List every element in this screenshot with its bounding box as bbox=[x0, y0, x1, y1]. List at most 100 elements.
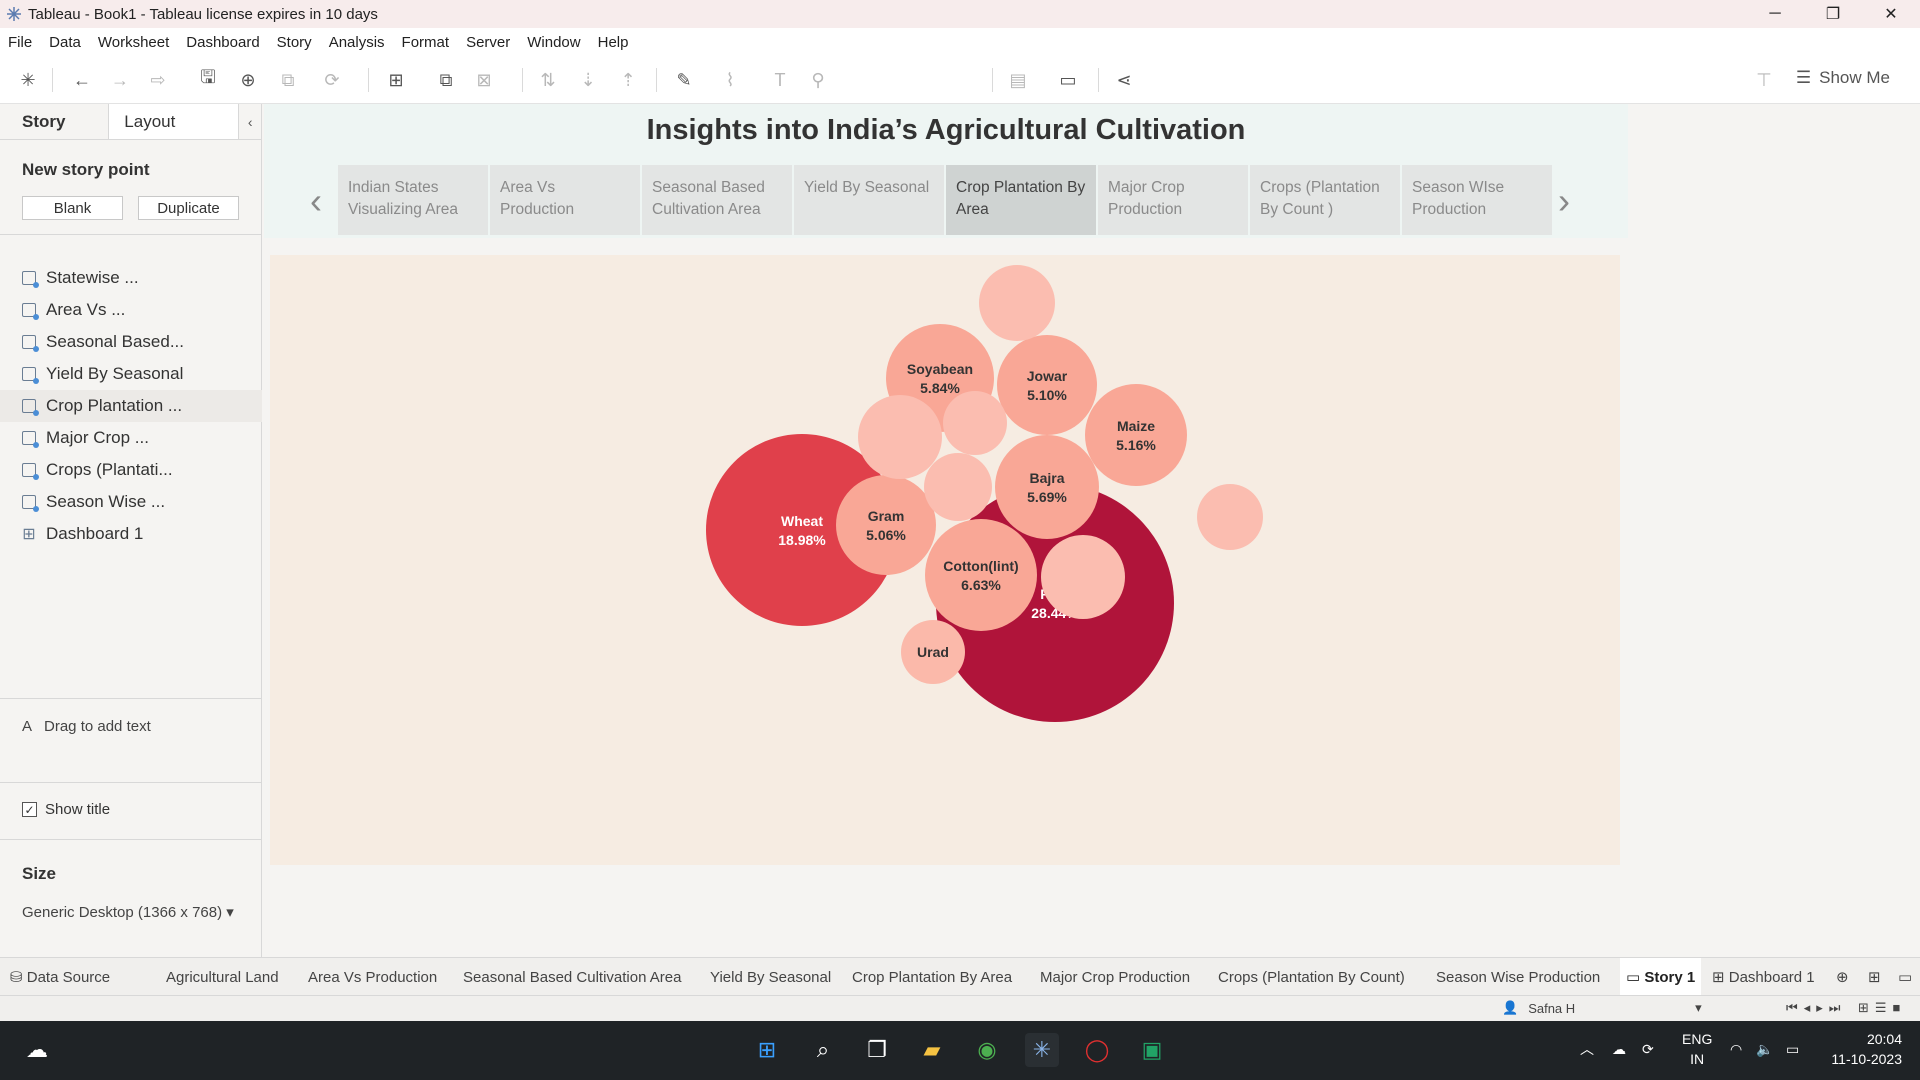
sheet-tab[interactable]: Agricultural Land bbox=[160, 958, 285, 996]
user-menu[interactable]: 👤 Safna H ▾ bbox=[1502, 1000, 1702, 1016]
bubble-unlabelled[interactable] bbox=[858, 395, 942, 479]
menu-dashboard[interactable]: Dashboard bbox=[186, 34, 259, 51]
sheet-tab[interactable]: Season Wise Production bbox=[1430, 958, 1606, 996]
bubble-unlabelled[interactable] bbox=[979, 265, 1055, 341]
sort-descending-icon[interactable]: ⇡ bbox=[616, 68, 640, 92]
story-point-tab[interactable]: Area Vs Production bbox=[490, 165, 640, 235]
new-worksheet-icon[interactable]: ⊕ bbox=[1830, 958, 1855, 996]
sheet-item[interactable]: Seasonal Based... bbox=[22, 326, 262, 358]
tableau-logo-icon[interactable]: ✳ bbox=[16, 68, 40, 92]
battery-icon[interactable]: ▭ bbox=[1786, 1039, 1799, 1059]
restore-button[interactable]: ❐ bbox=[1804, 0, 1862, 28]
presentation-mode-icon[interactable]: ▭ bbox=[1056, 68, 1080, 92]
sheet-item[interactable]: Statewise ... bbox=[22, 262, 262, 294]
tab-story[interactable]: Story bbox=[0, 104, 109, 139]
undo-icon[interactable]: ← bbox=[70, 68, 94, 92]
excel-icon[interactable]: ▣ bbox=[1135, 1033, 1169, 1067]
next-story-point-icon[interactable]: › bbox=[1558, 180, 1570, 222]
collapse-pane-icon[interactable]: ‹ bbox=[239, 104, 261, 139]
bubble-mark[interactable] bbox=[1085, 384, 1187, 486]
sheet-tab-active[interactable]: ▭ Story 1 bbox=[1620, 958, 1702, 996]
sheet-tab[interactable]: Crops (Plantation By Count) bbox=[1212, 958, 1411, 996]
bubble-cotton-lint-[interactable]: Cotton(lint) 6.63% bbox=[925, 519, 1037, 631]
sheet-navigation-icon[interactable]: ⏮◂▸⏭ bbox=[1786, 1000, 1846, 1016]
onedrive-icon[interactable]: ☁ bbox=[1612, 1039, 1626, 1059]
menu-story[interactable]: Story bbox=[277, 34, 312, 51]
tab-layout[interactable]: Layout bbox=[108, 104, 240, 139]
sheet-item[interactable]: Major Crop ... bbox=[22, 422, 262, 454]
bubble-mark[interactable] bbox=[924, 453, 992, 521]
story-point-tab[interactable]: Season WIse Production bbox=[1402, 165, 1552, 235]
bubble-unlabelled[interactable] bbox=[924, 453, 992, 521]
new-worksheet-icon[interactable]: ⊞ bbox=[384, 68, 408, 92]
sort-ascending-icon[interactable]: ⇣ bbox=[576, 68, 600, 92]
bubble-maize[interactable]: Maize 5.16% bbox=[1085, 384, 1187, 486]
bubble-unlabelled[interactable] bbox=[943, 391, 1007, 455]
view-mode-icon[interactable]: ⊞☰■ bbox=[1858, 1000, 1906, 1016]
file-explorer-icon[interactable]: ▰ bbox=[915, 1033, 949, 1067]
start-icon[interactable]: ⊞ bbox=[750, 1033, 784, 1067]
save-icon[interactable]: 🖫 bbox=[196, 67, 220, 92]
clock[interactable]: 20:04 11-10-2023 bbox=[1826, 1029, 1902, 1069]
replay-icon[interactable]: ⇨ bbox=[146, 68, 170, 92]
sheet-tab[interactable]: Major Crop Production bbox=[1034, 958, 1196, 996]
volume-icon[interactable]: 🔈 bbox=[1756, 1039, 1773, 1059]
sheet-item[interactable]: Area Vs ... bbox=[22, 294, 262, 326]
language-indicator[interactable]: ENG IN bbox=[1682, 1029, 1712, 1069]
bubble-mark[interactable] bbox=[925, 519, 1037, 631]
format-painter-icon[interactable]: ⊤ bbox=[1752, 68, 1776, 92]
close-button[interactable]: ✕ bbox=[1862, 0, 1920, 28]
drag-to-add-text[interactable]: A Drag to add text bbox=[22, 718, 151, 735]
sheet-tab[interactable]: ⊞ Dashboard 1 bbox=[1706, 958, 1821, 996]
search-icon[interactable]: ⌕ bbox=[806, 1033, 840, 1067]
story-point-tab[interactable]: Indian States Visualizing Area bbox=[338, 165, 488, 235]
highlight-icon[interactable]: ✎ bbox=[672, 68, 696, 92]
menu-window[interactable]: Window bbox=[527, 34, 580, 51]
bubble-mark[interactable] bbox=[1041, 535, 1125, 619]
task-view-icon[interactable]: ❐ bbox=[860, 1033, 894, 1067]
chrome-icon[interactable]: ◉ bbox=[970, 1033, 1004, 1067]
duplicate-button[interactable]: Duplicate bbox=[138, 196, 239, 220]
bubble-mark[interactable] bbox=[1197, 484, 1263, 550]
group-icon[interactable]: ⌇ bbox=[718, 68, 742, 92]
menu-worksheet[interactable]: Worksheet bbox=[98, 34, 169, 51]
bubble-gram[interactable]: Gram 5.06% bbox=[836, 475, 936, 575]
menu-server[interactable]: Server bbox=[466, 34, 510, 51]
bubble-mark[interactable] bbox=[836, 475, 936, 575]
bubble-bajra[interactable]: Bajra 5.69% bbox=[995, 435, 1099, 539]
sheet-item-active[interactable]: Crop Plantation ... bbox=[0, 390, 262, 422]
weather-icon[interactable]: ☁ bbox=[20, 1033, 54, 1067]
sheet-tab[interactable]: Seasonal Based Cultivation Area bbox=[457, 958, 687, 996]
story-point-tab-active[interactable]: Crop Plantation By Area bbox=[946, 165, 1096, 235]
share-icon[interactable]: ⋖ bbox=[1112, 68, 1136, 92]
menu-analysis[interactable]: Analysis bbox=[329, 34, 385, 51]
refresh-icon[interactable]: ⟳ bbox=[320, 68, 344, 92]
story-point-tab[interactable]: Yield By Seasonal bbox=[794, 165, 944, 235]
minimize-button[interactable]: ─ bbox=[1746, 0, 1804, 28]
duplicate-sheet-icon[interactable]: ⧉ bbox=[434, 68, 458, 92]
pause-updates-icon[interactable]: ⧉ bbox=[276, 68, 300, 92]
tableau-taskbar-icon[interactable]: ✳ bbox=[1025, 1033, 1059, 1067]
tab-data-source[interactable]: ⛁ Data Source bbox=[4, 958, 116, 996]
sheet-item[interactable]: ⊞ Dashboard 1 bbox=[22, 518, 262, 550]
bubble-mark[interactable] bbox=[943, 391, 1007, 455]
show-me-button[interactable]: ☰ Show Me bbox=[1796, 68, 1890, 88]
sheet-item[interactable]: Yield By Seasonal bbox=[22, 358, 262, 390]
previous-story-point-icon[interactable]: ‹ bbox=[310, 180, 322, 222]
menu-help[interactable]: Help bbox=[598, 34, 629, 51]
clear-sheet-icon[interactable]: ⊠ bbox=[472, 68, 496, 92]
show-hidden-icons-icon[interactable]: ︿ bbox=[1580, 1039, 1594, 1059]
menu-data[interactable]: Data bbox=[49, 34, 81, 51]
bubble-mark[interactable] bbox=[979, 265, 1055, 341]
bubble-urad[interactable]: Urad bbox=[901, 620, 965, 684]
bubble-unlabelled[interactable] bbox=[1041, 535, 1125, 619]
labels-icon[interactable]: T bbox=[768, 68, 792, 92]
story-point-tab[interactable]: Seasonal Based Cultivation Area bbox=[642, 165, 792, 235]
story-point-tab[interactable]: Major Crop Production bbox=[1098, 165, 1248, 235]
new-dashboard-icon[interactable]: ⊞ bbox=[1862, 958, 1887, 996]
opera-icon[interactable]: ◯ bbox=[1080, 1033, 1114, 1067]
bubble-mark[interactable] bbox=[858, 395, 942, 479]
show-title-checkbox[interactable]: ✓ Show title bbox=[22, 801, 110, 818]
menu-format[interactable]: Format bbox=[402, 34, 450, 51]
story-point-tab[interactable]: Crops (Plantation By Count ) bbox=[1250, 165, 1400, 235]
